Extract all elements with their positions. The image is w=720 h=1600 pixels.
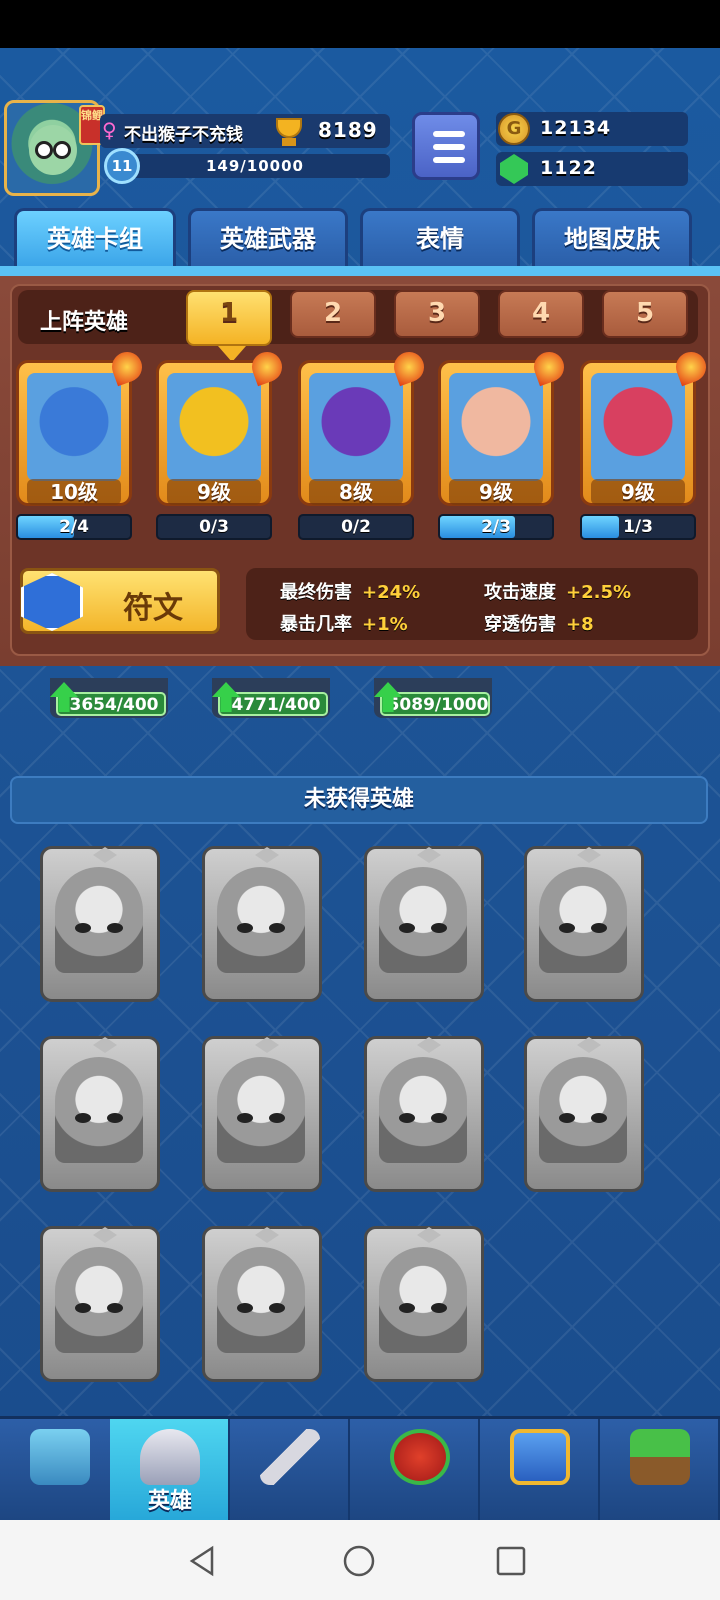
deck-label: 上阵英雄 — [40, 310, 129, 335]
deck-hero-5[interactable]: 9级 1/3 — [574, 347, 711, 550]
xp-bar: 149/10000 — [120, 154, 390, 178]
owned-hero-upgrade-1[interactable]: 3654/400 — [50, 678, 168, 718]
locked-hero-card[interactable] — [198, 1218, 326, 1388]
nav-chest[interactable] — [0, 1419, 120, 1520]
hero-art — [309, 373, 403, 481]
crown-shield-icon — [390, 1429, 450, 1485]
knight-helmet-icon — [140, 1429, 200, 1485]
hero-card-count: 2/3 — [481, 517, 511, 537]
locked-hero-card[interactable] — [36, 1028, 164, 1198]
deck-hero-4[interactable]: 9级 2/3 — [432, 347, 569, 550]
tab-emotes[interactable]: 表情 — [360, 208, 520, 268]
owned-hero-upgrade-2[interactable]: 4771/400 — [212, 678, 330, 718]
locked-hero-card[interactable] — [360, 1218, 488, 1388]
home-icon[interactable] — [342, 1544, 376, 1578]
nav-social[interactable] — [480, 1419, 600, 1520]
hero-card-progress: 0/3 — [156, 514, 272, 540]
deck-slot-5[interactable]: 5 — [602, 290, 688, 338]
deck-hero-3[interactable]: 8级 0/2 — [292, 347, 429, 550]
hero-card-count: 0/3 — [199, 517, 229, 537]
gem-icon — [500, 154, 528, 184]
owned-hero-upgrade-3[interactable]: 5089/1000 — [374, 678, 492, 718]
hero-card-progress: 1/3 — [580, 514, 696, 540]
back-icon[interactable] — [186, 1544, 220, 1578]
gold-value: 12134 — [540, 117, 612, 139]
menu-button[interactable] — [412, 112, 480, 180]
unowned-heroes-header: 未获得英雄 — [10, 776, 708, 824]
hero-card-count: 2/4 — [59, 517, 89, 537]
gem-counter[interactable]: 1122 — [496, 152, 688, 186]
deck-slot-2[interactable]: 2 — [290, 290, 376, 338]
stat-pierce-damage: 穿透伤害 +8 — [484, 614, 594, 635]
crossed-swords-icon — [260, 1429, 320, 1485]
stat-final-damage: 最终伤害 +24% — [280, 582, 421, 603]
tab-underline — [0, 266, 720, 276]
avatar-face — [29, 125, 77, 175]
gold-counter[interactable]: G 12134 — [496, 112, 688, 146]
deck-slot-4[interactable]: 4 — [498, 290, 584, 338]
locked-hero-card[interactable] — [520, 1028, 648, 1198]
hero-level: 9级 — [167, 479, 261, 505]
locked-hero-card[interactable] — [360, 1028, 488, 1198]
nav-rank[interactable] — [360, 1419, 480, 1520]
tab-hero-weapons[interactable]: 英雄武器 — [188, 208, 348, 268]
locked-hero-card[interactable] — [36, 1218, 164, 1388]
nav-garden[interactable] — [600, 1419, 720, 1520]
rune-button[interactable]: 符文 — [20, 568, 220, 634]
locked-hero-card[interactable] — [198, 838, 326, 1008]
female-icon: ♀ — [102, 118, 117, 142]
locked-hero-card[interactable] — [360, 838, 488, 1008]
hero-card-progress: 0/2 — [298, 514, 414, 540]
tab-hero-deck[interactable]: 英雄卡组 — [14, 208, 176, 268]
deck-slot-3[interactable]: 3 — [394, 290, 480, 338]
stat-crit-rate: 暴击几率 +1% — [280, 614, 408, 635]
stat-attack-speed: 攻击速度 +2.5% — [484, 582, 632, 603]
tab-map-skins[interactable]: 地图皮肤 — [532, 208, 692, 268]
bottom-nav: 英雄 — [0, 1416, 720, 1520]
trophy-count: 8189 — [318, 118, 378, 142]
game-screen: 锦鲤 ♀ 不出猴子不充钱 8189 149/10000 11 G 12134 1… — [0, 48, 720, 1520]
recents-icon[interactable] — [494, 1544, 528, 1578]
treasure-chest-icon — [30, 1429, 90, 1485]
hero-card-count: 0/2 — [341, 517, 371, 537]
hero-card-progress: 2/3 — [438, 514, 554, 540]
nav-heroes[interactable]: 英雄 — [110, 1419, 230, 1520]
rune-label: 符文 — [123, 591, 183, 626]
deck-stats: 最终伤害 +24% 攻击速度 +2.5% 暴击几率 +1% 穿透伤害 +8 — [246, 568, 698, 640]
hero-art — [449, 373, 543, 481]
nav-heroes-label: 英雄 — [147, 1489, 192, 1514]
sprout-icon — [630, 1429, 690, 1485]
menu-icon — [433, 131, 465, 137]
system-nav-bar — [0, 1520, 720, 1600]
people-banner-icon — [510, 1429, 570, 1485]
hero-art — [591, 373, 685, 481]
gem-value: 1122 — [540, 157, 597, 179]
player-name: 不出猴子不充钱 — [124, 125, 243, 145]
hero-card-count: 1/3 — [623, 517, 653, 537]
deck-slot-1[interactable]: 1 — [186, 290, 272, 362]
xp-text: 149/10000 — [206, 157, 304, 175]
hero-art — [167, 373, 261, 481]
rune-icon — [21, 573, 83, 631]
locked-hero-card[interactable] — [520, 838, 648, 1008]
locked-hero-card[interactable] — [36, 838, 164, 1008]
deck-hero-1[interactable]: 10级 2/4 — [10, 347, 147, 550]
deck-panel: 上阵英雄 1 2 3 4 5 10级 2/4 9级 0/3 8级 0/2 9级 … — [0, 276, 720, 666]
deck-hero-2[interactable]: 9级 0/3 — [150, 347, 287, 550]
player-avatar[interactable]: 锦鲤 — [4, 100, 105, 196]
trophy-icon — [268, 116, 308, 148]
hero-art — [27, 373, 121, 481]
hero-level: 10级 — [27, 479, 121, 505]
hero-level: 8级 — [309, 479, 403, 505]
hero-level: 9级 — [591, 479, 685, 505]
hero-level: 9级 — [449, 479, 543, 505]
gold-coin-icon: G — [498, 113, 530, 145]
locked-hero-card[interactable] — [198, 1028, 326, 1198]
status-bar — [0, 0, 720, 48]
nav-battle[interactable] — [230, 1419, 350, 1520]
hero-card-progress: 2/4 — [16, 514, 132, 540]
player-level-badge: 11 — [104, 148, 140, 184]
